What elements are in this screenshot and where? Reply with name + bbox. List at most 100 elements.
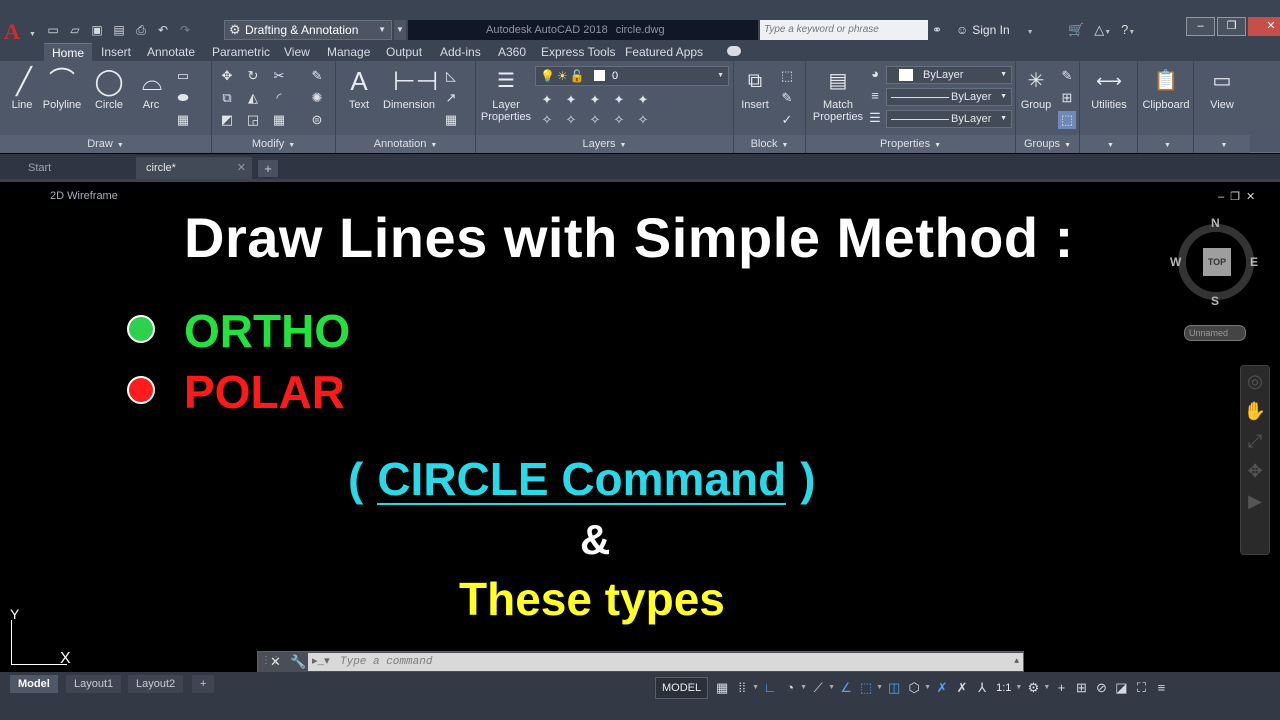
redo-icon[interactable]: ↷: [176, 22, 194, 38]
hatch-icon[interactable]: ⬬: [174, 89, 192, 107]
fillet-icon[interactable]: ◜: [270, 89, 288, 107]
workspace-dropdown[interactable]: ⚙ Drafting & Annotation ▼: [224, 20, 392, 40]
move-icon[interactable]: ✥: [218, 67, 236, 85]
open-folder-icon[interactable]: ▱: [66, 22, 84, 38]
compass-west[interactable]: W: [1170, 255, 1181, 269]
compass-north[interactable]: N: [1211, 216, 1220, 230]
draw-panel-label[interactable]: Draw ▼: [0, 135, 211, 153]
properties-panel-label[interactable]: Properties ▼: [806, 135, 1015, 153]
erase-icon[interactable]: ✎: [308, 67, 326, 85]
close-command-line-icon[interactable]: ✕: [270, 654, 281, 670]
new-file-icon[interactable]: ▭: [44, 22, 62, 38]
command-input[interactable]: ▸_▾ Type a command ▲: [308, 653, 1023, 671]
ucs-menu[interactable]: Unnamed: [1184, 325, 1246, 341]
undo-icon[interactable]: ↶: [154, 22, 172, 38]
steering-wheel-icon[interactable]: ◎: [1241, 366, 1269, 396]
view-button[interactable]: ▭ View: [1198, 65, 1246, 111]
binoculars-icon[interactable]: ⚭: [932, 20, 950, 40]
chevron-down-icon[interactable]: ▼: [800, 677, 808, 699]
tab-circle-drawing[interactable]: circle* ✕: [136, 157, 252, 179]
help-icon[interactable]: ?▼: [1121, 20, 1135, 40]
chevron-down-icon[interactable]: ▼: [1043, 677, 1051, 699]
match-properties-button[interactable]: ▤ Match Properties: [810, 65, 866, 123]
layer-dropdown[interactable]: 💡☀🔓 0 ▼: [535, 66, 729, 86]
leader-icon[interactable]: ◺: [442, 67, 460, 85]
tab-featured-apps[interactable]: Featured Apps: [625, 43, 703, 61]
customize-wrench-icon[interactable]: 🔧: [290, 654, 306, 670]
polar-tracking-icon[interactable]: ◔: [780, 677, 800, 699]
layer-isolate-icon[interactable]: ✦: [562, 91, 580, 109]
tab-view[interactable]: View: [284, 43, 310, 61]
chevron-down-icon[interactable]: ▼: [876, 677, 884, 699]
zoom-extents-icon[interactable]: ⤢: [1241, 426, 1269, 456]
chevron-down-icon[interactable]: ▼: [924, 677, 932, 699]
tab-a360[interactable]: A360: [498, 43, 526, 61]
tab-insert[interactable]: Insert: [101, 43, 131, 61]
viewcube[interactable]: TOP N S E W: [1170, 216, 1260, 308]
annotation-visibility-icon[interactable]: ✗: [932, 677, 952, 699]
tab-layout1[interactable]: Layout1: [66, 675, 122, 693]
clipboard-button[interactable]: 📋 Clipboard: [1140, 65, 1192, 111]
cart-icon[interactable]: 🛒: [1068, 20, 1084, 40]
tab-output[interactable]: Output: [386, 43, 422, 61]
layer-lock-icon[interactable]: ✦: [610, 91, 628, 109]
group-edit-icon[interactable]: ⊞: [1058, 89, 1076, 107]
chevron-down-icon[interactable]: ▼: [752, 677, 760, 699]
lineweight-dropdown[interactable]: ByLayer ▼: [886, 110, 1012, 128]
layer-properties-button[interactable]: ☰ Layer Properties: [480, 65, 532, 123]
layer-walk-icon[interactable]: ✧: [634, 111, 652, 129]
ungroup-icon[interactable]: ✎: [1058, 67, 1076, 85]
chevron-down-icon[interactable]: ▼: [1015, 677, 1023, 699]
block-attribute-icon[interactable]: ✓: [778, 111, 796, 129]
exchange-apps-icon[interactable]: △▼: [1094, 20, 1111, 40]
showmotion-icon[interactable]: ▶: [1241, 486, 1269, 516]
history-up-icon[interactable]: ▲: [1014, 653, 1019, 671]
layer-match-icon[interactable]: ✦: [634, 91, 652, 109]
drawing-canvas[interactable]: 2D Wireframe –❐✕ Draw Lines with Simple …: [0, 179, 1280, 672]
trim-icon[interactable]: ✂: [270, 67, 288, 85]
customization-icon[interactable]: ≡: [1151, 677, 1171, 699]
units-icon[interactable]: ⊞: [1071, 677, 1091, 699]
isolate-objects-icon[interactable]: ⊘: [1091, 677, 1111, 699]
restore-button[interactable]: ❐: [1217, 17, 1246, 36]
layers-panel-label[interactable]: Layers ▼: [476, 135, 733, 153]
tab-layout2[interactable]: Layout2: [128, 675, 184, 693]
layer-previous-icon[interactable]: ✧: [562, 111, 580, 129]
scale-icon[interactable]: ◲: [244, 111, 262, 129]
arc-button[interactable]: ⌓ Arc: [136, 65, 166, 111]
tab-express-tools[interactable]: Express Tools: [541, 43, 615, 61]
print-icon[interactable]: ⎙: [132, 22, 150, 38]
explode-icon[interactable]: ✺: [308, 89, 326, 107]
visual-style-label[interactable]: 2D Wireframe: [50, 190, 118, 202]
tab-home[interactable]: Home: [44, 43, 93, 61]
group-selection-icon[interactable]: ⬚: [1058, 111, 1076, 129]
annotation-scale-value[interactable]: 1:1: [992, 677, 1015, 699]
orbit-icon[interactable]: ✥: [1241, 456, 1269, 486]
utilities-expand[interactable]: ▼: [1080, 135, 1137, 153]
insert-block-button[interactable]: ⧉ Insert: [736, 65, 774, 111]
groups-panel-label[interactable]: Groups ▼: [1016, 135, 1079, 153]
save-icon[interactable]: ▣: [88, 22, 106, 38]
layer-current-icon[interactable]: ✧: [538, 111, 556, 129]
graphics-performance-icon[interactable]: ◪: [1111, 677, 1131, 699]
dimension-button[interactable]: ⊢⊣ Dimension: [382, 65, 438, 111]
new-tab-button[interactable]: +: [258, 160, 278, 177]
stretch-icon[interactable]: ◩: [218, 111, 236, 129]
layer-freeze-icon[interactable]: ✦: [586, 91, 604, 109]
ortho-mode-icon[interactable]: ∟: [760, 677, 780, 699]
circle-button[interactable]: ◯ Circle: [92, 65, 126, 111]
minimize-button[interactable]: –: [1186, 17, 1215, 36]
region-icon[interactable]: ▦: [174, 111, 192, 129]
prompt-icon[interactable]: ▸_▾: [312, 653, 330, 671]
ribbon-minimize-icon[interactable]: [727, 46, 741, 56]
group-button[interactable]: ✳ Group: [1018, 65, 1054, 111]
add-layout-button[interactable]: +: [192, 675, 215, 693]
compass-south[interactable]: S: [1211, 294, 1219, 308]
viewcube-top-face[interactable]: TOP: [1203, 248, 1231, 276]
close-tab-icon[interactable]: ✕: [237, 157, 246, 179]
offset-icon[interactable]: ⊜: [308, 111, 326, 129]
color-dropdown[interactable]: ByLayer ▼: [886, 66, 1012, 84]
multileader-icon[interactable]: ↗: [442, 89, 460, 107]
layer-off-icon[interactable]: ✦: [538, 91, 556, 109]
sign-in-button[interactable]: ☺ Sign In ▼: [956, 20, 1034, 40]
